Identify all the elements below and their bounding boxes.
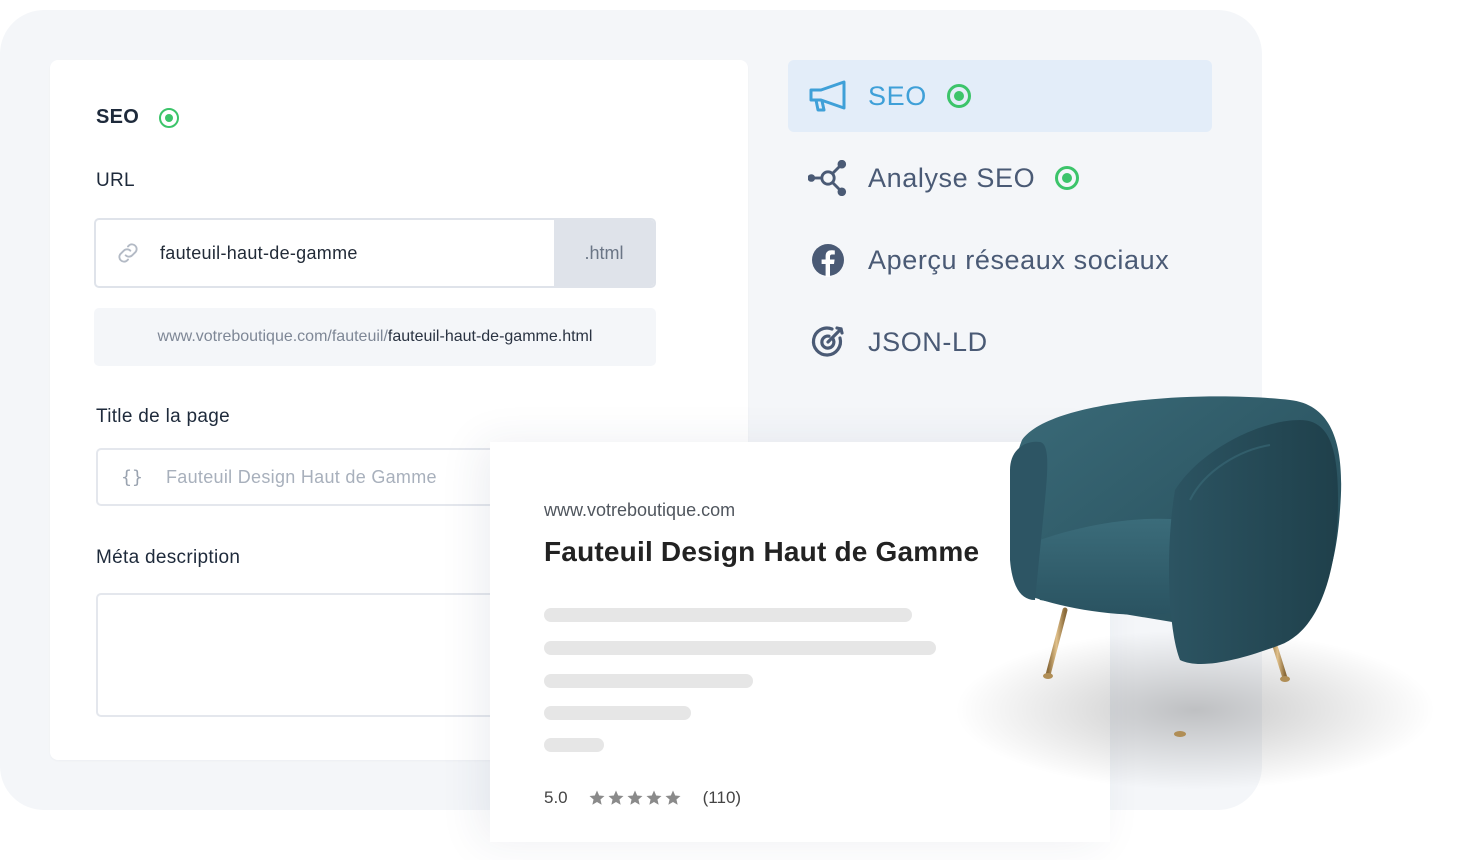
preview-title: Fauteuil Design Haut de Gamme — [544, 536, 980, 567]
stage: SEO URL fauteuil-haut-de-gamme .html www… — [0, 0, 1460, 860]
menu-item-seo[interactable]: SEO — [788, 60, 1212, 132]
url-preview: www.votreboutique.com/fauteuil/fauteuil-… — [94, 308, 656, 366]
armchair-image — [955, 396, 1435, 790]
preview-text-line — [544, 674, 753, 688]
page-title-label: Title de la page — [96, 406, 231, 427]
url-input-value[interactable]: fauteuil-haut-de-gamme — [160, 220, 554, 286]
seo-menu: SEO Analyse SEO Aperçu réseaux sociaux J… — [788, 60, 1212, 388]
page-title-field[interactable]: {} Fauteuil Design Haut de Gamme — [96, 448, 556, 506]
star-icon — [646, 790, 662, 805]
analyse-ok-icon — [1055, 166, 1080, 190]
review-count: (110) — [702, 788, 742, 807]
menu-item-analyse-seo[interactable]: Analyse SEO — [788, 142, 1212, 214]
url-field[interactable]: fauteuil-haut-de-gamme .html — [94, 218, 656, 288]
preview-domain: www.votreboutique.com — [544, 500, 736, 520]
menu-item-label: Analyse SEO — [868, 162, 1036, 193]
preview-rating: 5.0 (110) — [544, 788, 741, 808]
url-suffix: .html — [554, 220, 654, 286]
seo-section-header: SEO — [96, 106, 180, 129]
menu-item-label: Aperçu réseaux sociaux — [868, 244, 1170, 275]
preview-text-line — [544, 608, 912, 622]
page-title-placeholder: Fauteuil Design Haut de Gamme — [166, 466, 437, 487]
facebook-icon — [808, 240, 848, 280]
target-icon — [808, 322, 848, 362]
preview-text-line — [544, 641, 936, 655]
menu-item-apercu-reseaux-sociaux[interactable]: Aperçu réseaux sociaux — [788, 224, 1212, 296]
preview-text-line — [544, 738, 604, 752]
star-icon — [627, 790, 643, 805]
meta-description-label: Méta description — [96, 547, 241, 568]
star-icon — [589, 790, 605, 805]
rating-value: 5.0 — [544, 788, 568, 807]
url-preview-base: www.votreboutique.com/fauteuil/ — [157, 328, 388, 345]
menu-item-label: SEO — [868, 80, 927, 111]
url-label: URL — [96, 170, 135, 191]
seo-ok-icon — [946, 84, 971, 108]
seo-status-icon — [159, 107, 180, 128]
meta-description-field[interactable] — [96, 593, 556, 717]
preview-text-line — [544, 706, 691, 720]
link-icon — [96, 220, 160, 286]
megaphone-icon — [808, 76, 848, 116]
menu-item-label: JSON-LD — [868, 326, 988, 357]
network-icon — [808, 158, 848, 198]
braces-icon: {} — [121, 466, 143, 488]
rating-stars — [588, 789, 683, 807]
star-icon — [665, 790, 681, 805]
star-icon — [608, 790, 624, 805]
url-preview-slug: fauteuil-haut-de-gamme.html — [387, 328, 593, 345]
seo-section-title: SEO — [96, 106, 140, 128]
